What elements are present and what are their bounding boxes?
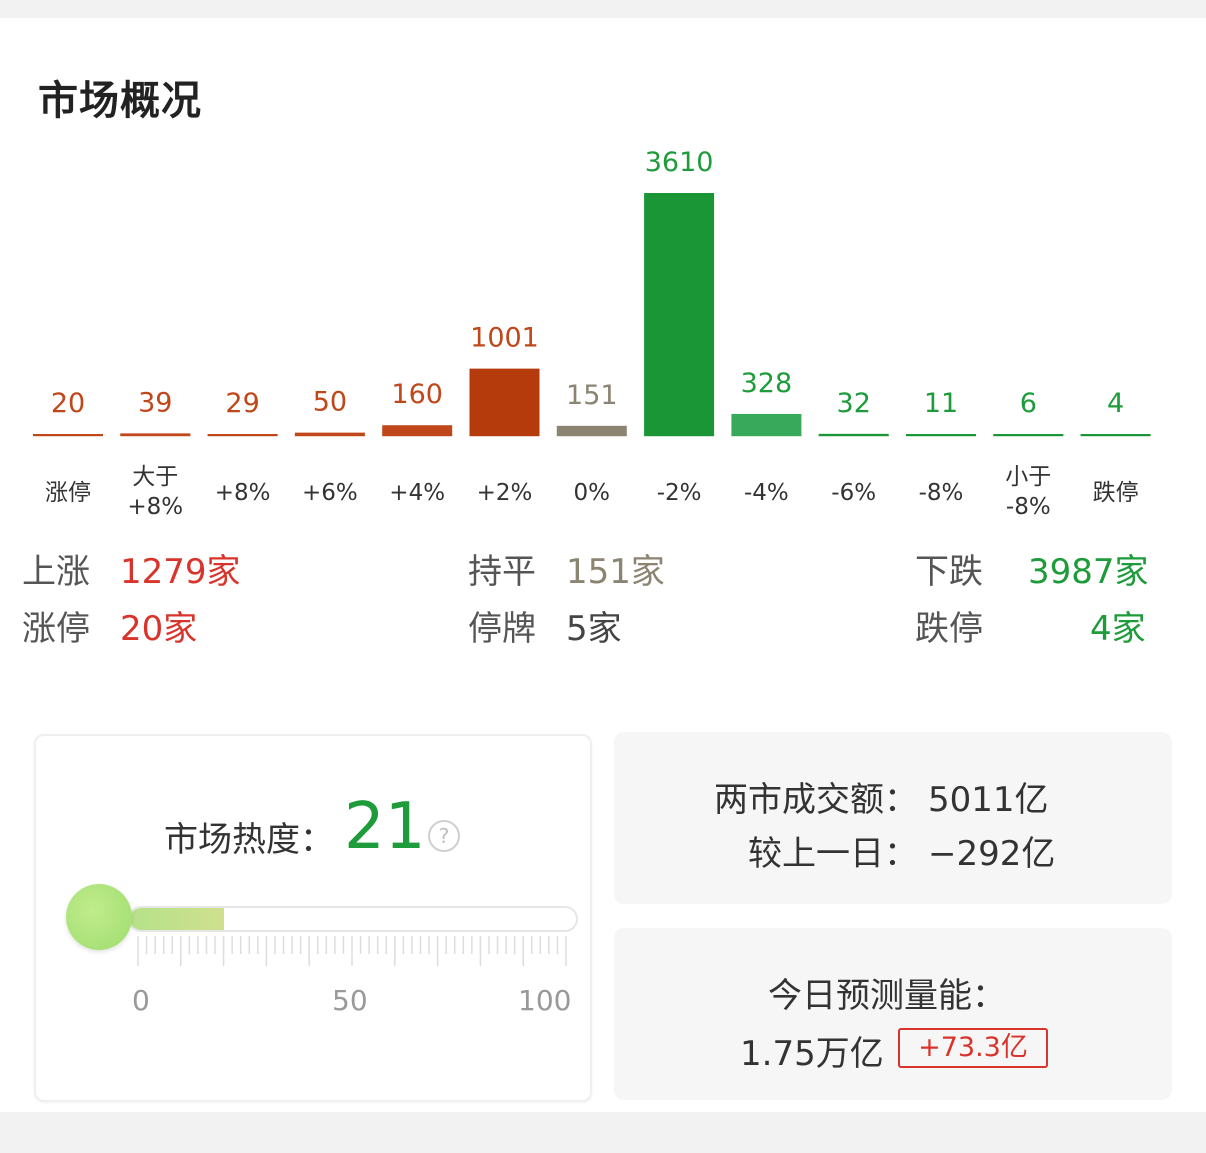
bar[interactable] — [207, 434, 278, 436]
category-label: -4% — [743, 480, 789, 506]
down-value: 3987家 — [1028, 552, 1149, 592]
category-label: 涨停 — [45, 480, 91, 506]
up-value: 1279家 — [120, 552, 241, 592]
limit-up-value: 20家 — [120, 609, 198, 649]
scale-label-50: 50 — [332, 984, 368, 1017]
heat-gauge-ticks — [137, 936, 567, 966]
limit-down-label: 跌停 — [915, 609, 983, 649]
prediction-label: 今日预测量能： — [768, 976, 1006, 1016]
bar[interactable] — [556, 425, 627, 436]
down-label: 下跌 — [915, 552, 983, 592]
bar-value-label: 160 — [391, 379, 443, 410]
heat-value: 21 — [344, 790, 426, 864]
category-label: +2% — [476, 480, 533, 506]
scale-label-0: 0 — [132, 984, 150, 1017]
category-label: -2% — [656, 480, 702, 506]
bar-value-label: 3610 — [645, 147, 714, 178]
turnover-label: 两市成交额： — [714, 780, 918, 820]
category-label: 小于 -8% — [1005, 464, 1052, 520]
category-label: -8% — [918, 480, 964, 506]
bar[interactable] — [818, 433, 889, 436]
question-circle-icon[interactable]: ? — [428, 820, 460, 852]
bar-value-label: 39 — [138, 387, 172, 418]
bar-value-label: 328 — [741, 368, 793, 399]
flat-value: 151家 — [566, 552, 665, 592]
market-overview-card: 市场概况 20 39 29 50 160 1001 151 3610 328 32 11 6 4 涨停大… — [0, 18, 1206, 1112]
bar[interactable] — [33, 434, 103, 436]
category-label: 大于 +8% — [127, 464, 184, 520]
prediction-value: 1.75万亿 — [740, 1034, 884, 1074]
heat-gauge-knob — [66, 884, 132, 950]
up-label: 上涨 — [22, 552, 90, 592]
bar[interactable] — [906, 434, 976, 436]
compare-value: −292亿 — [928, 834, 1056, 874]
bar-value-label: 1001 — [470, 323, 539, 354]
prediction-delta-badge: +73.3亿 — [898, 1028, 1048, 1068]
heat-gauge-fill — [130, 908, 224, 930]
bar[interactable] — [469, 368, 540, 436]
bar[interactable] — [731, 413, 802, 436]
category-label: +6% — [302, 480, 358, 506]
limit-down-value: 4家 — [1090, 609, 1146, 649]
category-label: 0% — [573, 480, 611, 506]
bar-value-label: 32 — [837, 388, 871, 419]
bar[interactable] — [382, 425, 453, 436]
heat-label: 市场热度： — [164, 820, 334, 860]
bar-value-label: 151 — [566, 380, 618, 411]
bar-value-label: 20 — [51, 388, 85, 419]
market-heat-panel: 市场热度： 21 ? 0 50 100 — [34, 734, 592, 1102]
bar[interactable] — [644, 193, 715, 436]
flat-label: 持平 — [468, 552, 536, 592]
bar[interactable] — [993, 434, 1064, 436]
bar[interactable] — [294, 432, 365, 436]
bar-value-label: 6 — [1020, 388, 1037, 419]
halt-label: 停牌 — [468, 609, 536, 649]
category-label: 跌停 — [1092, 480, 1139, 506]
bar-value-label: 29 — [225, 388, 259, 419]
bar[interactable] — [120, 433, 191, 436]
category-label: +4% — [389, 480, 446, 506]
limit-up-label: 涨停 — [22, 609, 90, 649]
turnover-panel: 两市成交额： 5011亿 较上一日： −292亿 — [614, 732, 1172, 904]
bar[interactable] — [1080, 434, 1151, 436]
category-label: -6% — [831, 480, 877, 506]
scale-label-100: 100 — [518, 984, 572, 1017]
bar-value-label: 50 — [313, 387, 347, 418]
category-label: +8% — [214, 480, 271, 506]
heat-gauge-track — [128, 906, 578, 932]
compare-label: 较上一日： — [748, 834, 918, 874]
halt-value: 5家 — [566, 609, 622, 649]
bar-value-label: 4 — [1107, 388, 1124, 419]
bar-value-label: 11 — [924, 388, 958, 419]
prediction-panel: 今日预测量能： 1.75万亿 +73.3亿 — [614, 928, 1172, 1100]
turnover-value: 5011亿 — [928, 780, 1049, 820]
